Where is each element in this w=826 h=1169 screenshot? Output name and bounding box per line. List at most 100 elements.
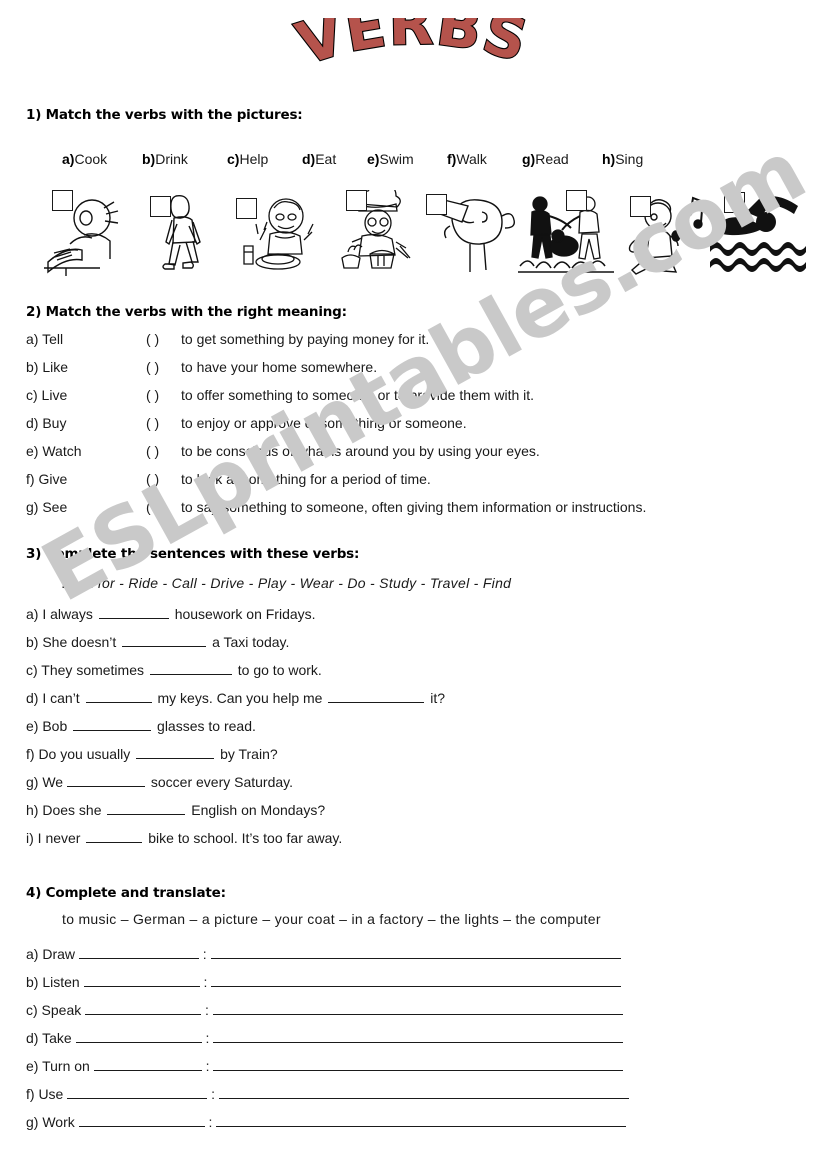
answer-checkbox-3[interactable] bbox=[236, 198, 257, 219]
answer-checkbox-4[interactable] bbox=[346, 190, 367, 211]
ex4-label-b: b) Listen bbox=[26, 974, 80, 990]
ex3-pre-f: f) Do you usually bbox=[26, 746, 131, 762]
ex2-answer-slot-f[interactable]: ( ) bbox=[146, 471, 159, 487]
ex3-row-g: g) We soccer every Saturday. bbox=[26, 773, 293, 790]
verb-marker-f: f) bbox=[447, 151, 457, 167]
answer-checkbox-6[interactable] bbox=[566, 190, 587, 211]
answer-checkbox-7[interactable] bbox=[630, 196, 651, 217]
ex4-blank-d-translate[interactable] bbox=[213, 1028, 624, 1043]
ex4-blank-e-complete[interactable] bbox=[93, 1056, 202, 1071]
picture-cell-swimming bbox=[710, 190, 806, 276]
verb-word-walk: Walk bbox=[456, 151, 487, 167]
verb-word-read: Read bbox=[535, 151, 569, 167]
ex1-picture-strip bbox=[40, 190, 806, 276]
ex2-definition-b: to have your home somewhere. bbox=[181, 359, 378, 375]
verb-word-help: Help bbox=[239, 151, 269, 167]
answer-checkbox-8[interactable] bbox=[724, 192, 745, 213]
verb-word-sing: Sing bbox=[615, 151, 644, 167]
ex4-separator-d: : bbox=[205, 1030, 210, 1046]
ex4-row-c: c) Speak : bbox=[26, 1000, 623, 1022]
ex4-label-f: f) Use bbox=[26, 1086, 64, 1102]
picture-cell-reading bbox=[40, 190, 136, 276]
ex2-verb-b: b) Like bbox=[26, 359, 69, 375]
verb-word-cook: Cook bbox=[74, 151, 108, 167]
ex2-answer-slot-e[interactable]: ( ) bbox=[146, 443, 159, 459]
ex4-blank-b-translate[interactable] bbox=[211, 972, 622, 987]
ex2-row-g: g) See ( ) to say something to someone, … bbox=[26, 499, 806, 519]
ex2-definition-e: to be conscious of what is around you by… bbox=[181, 443, 540, 459]
ex2-row-e: e) Watch ( ) to be conscious of what is … bbox=[26, 443, 806, 463]
ex3-post-g: soccer every Saturday. bbox=[150, 774, 294, 790]
ex3-blank-h1[interactable] bbox=[107, 801, 186, 815]
verb-word-eat: Eat bbox=[315, 151, 337, 167]
ex4-blank-g-translate[interactable] bbox=[216, 1112, 627, 1127]
ex2-answer-slot-a[interactable]: ( ) bbox=[146, 331, 159, 347]
ex3-row-a: a) I always housework on Fridays. bbox=[26, 605, 316, 622]
ex3-row-d: d) I can’t my keys. Can you help me it? bbox=[26, 689, 445, 706]
ex2-definition-a: to get something by paying money for it. bbox=[181, 331, 430, 347]
ex4-separator-e: : bbox=[205, 1058, 210, 1074]
ex2-row-f: f) Give ( ) to look at something for a p… bbox=[26, 471, 806, 491]
ex4-row-g: g) Work : bbox=[26, 1112, 627, 1134]
answer-checkbox-2[interactable] bbox=[150, 196, 171, 217]
ex3-blank-i1[interactable] bbox=[86, 829, 143, 843]
ex2-verb-g: g) See bbox=[26, 499, 68, 515]
ex1-verb-list: a)Cook b)Drink c)Help d)Eat e)Swim f)Wal… bbox=[62, 151, 762, 171]
ex3-pre-d: d) I can’t bbox=[26, 690, 80, 706]
ex4-row-e: e) Turn on : bbox=[26, 1056, 624, 1078]
ex4-blank-e-translate[interactable] bbox=[213, 1056, 624, 1071]
ex3-blank-d2[interactable] bbox=[328, 689, 425, 703]
answer-checkbox-1[interactable] bbox=[52, 190, 73, 211]
worksheet-page: VERBS 1) Match the verbs with the pictur… bbox=[0, 0, 826, 1169]
ex3-post-f: by Train? bbox=[220, 746, 278, 762]
picture-cell-singing bbox=[614, 190, 710, 276]
ex4-blank-a-complete[interactable] bbox=[78, 944, 199, 959]
ex2-answer-slot-d[interactable]: ( ) bbox=[146, 415, 159, 431]
ex3-row-i: i) I never bike to school. It’s too far … bbox=[26, 829, 342, 846]
ex4-blank-f-translate[interactable] bbox=[218, 1084, 629, 1099]
ex4-separator-a: : bbox=[202, 946, 207, 962]
ex4-blank-c-complete[interactable] bbox=[85, 1000, 202, 1015]
ex3-blank-f1[interactable] bbox=[136, 745, 215, 759]
ex4-wordbank: to music – German – a picture – your coa… bbox=[62, 911, 601, 927]
ex4-blank-b-complete[interactable] bbox=[83, 972, 200, 987]
ex2-answer-slot-b[interactable]: ( ) bbox=[146, 359, 159, 375]
picture-cell-eating bbox=[230, 190, 326, 276]
ex4-blank-a-translate[interactable] bbox=[210, 944, 621, 959]
picture-cell-cooking bbox=[326, 190, 422, 276]
verb-item-drink: b)Drink bbox=[142, 151, 188, 167]
verb-item-read: g)Read bbox=[522, 151, 569, 167]
ex3-blank-c1[interactable] bbox=[149, 661, 232, 675]
picture-cell-helping bbox=[518, 190, 614, 276]
ex3-blank-d1[interactable] bbox=[85, 689, 152, 703]
ex2-heading: 2) Match the verbs with the right meanin… bbox=[26, 304, 347, 320]
ex3-pre-b: b) She doesn’t bbox=[26, 634, 117, 650]
ex2-answer-slot-g[interactable]: ( ) bbox=[146, 499, 159, 515]
ex3-post-a: housework on Fridays. bbox=[174, 606, 316, 622]
cooking-illustration bbox=[341, 190, 411, 269]
ex4-row-f: f) Use : bbox=[26, 1084, 629, 1106]
picture-cell-walking bbox=[136, 190, 232, 276]
ex4-blank-g-complete[interactable] bbox=[78, 1112, 205, 1127]
ex3-post-h: English on Mondays? bbox=[191, 802, 326, 818]
ex2-verb-d: d) Buy bbox=[26, 415, 67, 431]
ex3-heading: 3) Complete the sentences with these ver… bbox=[26, 546, 360, 562]
ex3-pre-i: i) I never bbox=[26, 830, 81, 846]
ex4-blank-f-complete[interactable] bbox=[67, 1084, 208, 1099]
ex3-blank-b1[interactable] bbox=[122, 633, 207, 647]
ex3-blank-e1[interactable] bbox=[73, 717, 152, 731]
ex4-blank-d-complete[interactable] bbox=[75, 1028, 202, 1043]
verb-word-drink: Drink bbox=[155, 151, 188, 167]
ex4-blank-c-translate[interactable] bbox=[212, 1000, 623, 1015]
ex4-separator-g: : bbox=[208, 1114, 213, 1130]
verb-marker-g: g) bbox=[522, 151, 536, 167]
ex3-blank-g1[interactable] bbox=[66, 773, 145, 787]
ex2-answer-slot-c[interactable]: ( ) bbox=[146, 387, 159, 403]
answer-checkbox-5[interactable] bbox=[426, 194, 447, 215]
ex3-pre-e: e) Bob bbox=[26, 718, 68, 734]
ex2-row-d: d) Buy ( ) to enjoy or approve of someth… bbox=[26, 415, 806, 435]
ex2-row-b: b) Like ( ) to have your home somewhere. bbox=[26, 359, 806, 379]
ex3-pre-c: c) They sometimes bbox=[26, 662, 144, 678]
ex3-blank-a1[interactable] bbox=[98, 605, 169, 619]
verb-marker-d: d) bbox=[302, 151, 316, 167]
